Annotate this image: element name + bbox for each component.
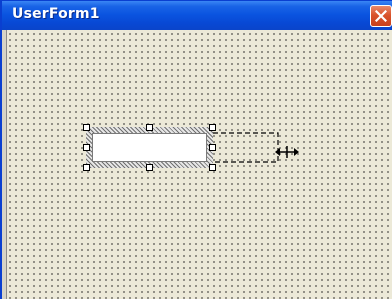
- close-icon: [375, 10, 387, 22]
- window-title: UserForm1: [12, 6, 100, 22]
- textbox-control[interactable]: [92, 133, 207, 162]
- resize-handle-top-right[interactable]: [209, 124, 216, 131]
- title-bar[interactable]: UserForm1: [2, 1, 392, 31]
- resize-handle-top-middle[interactable]: [146, 124, 153, 131]
- close-button[interactable]: [370, 5, 392, 27]
- resize-handle-middle-right[interactable]: [209, 144, 216, 151]
- resize-handle-bottom-middle[interactable]: [146, 164, 153, 171]
- resize-handle-middle-left[interactable]: [83, 144, 90, 151]
- resize-handle-top-left[interactable]: [83, 124, 90, 131]
- resize-handle-bottom-left[interactable]: [83, 164, 90, 171]
- resize-handle-bottom-right[interactable]: [209, 164, 216, 171]
